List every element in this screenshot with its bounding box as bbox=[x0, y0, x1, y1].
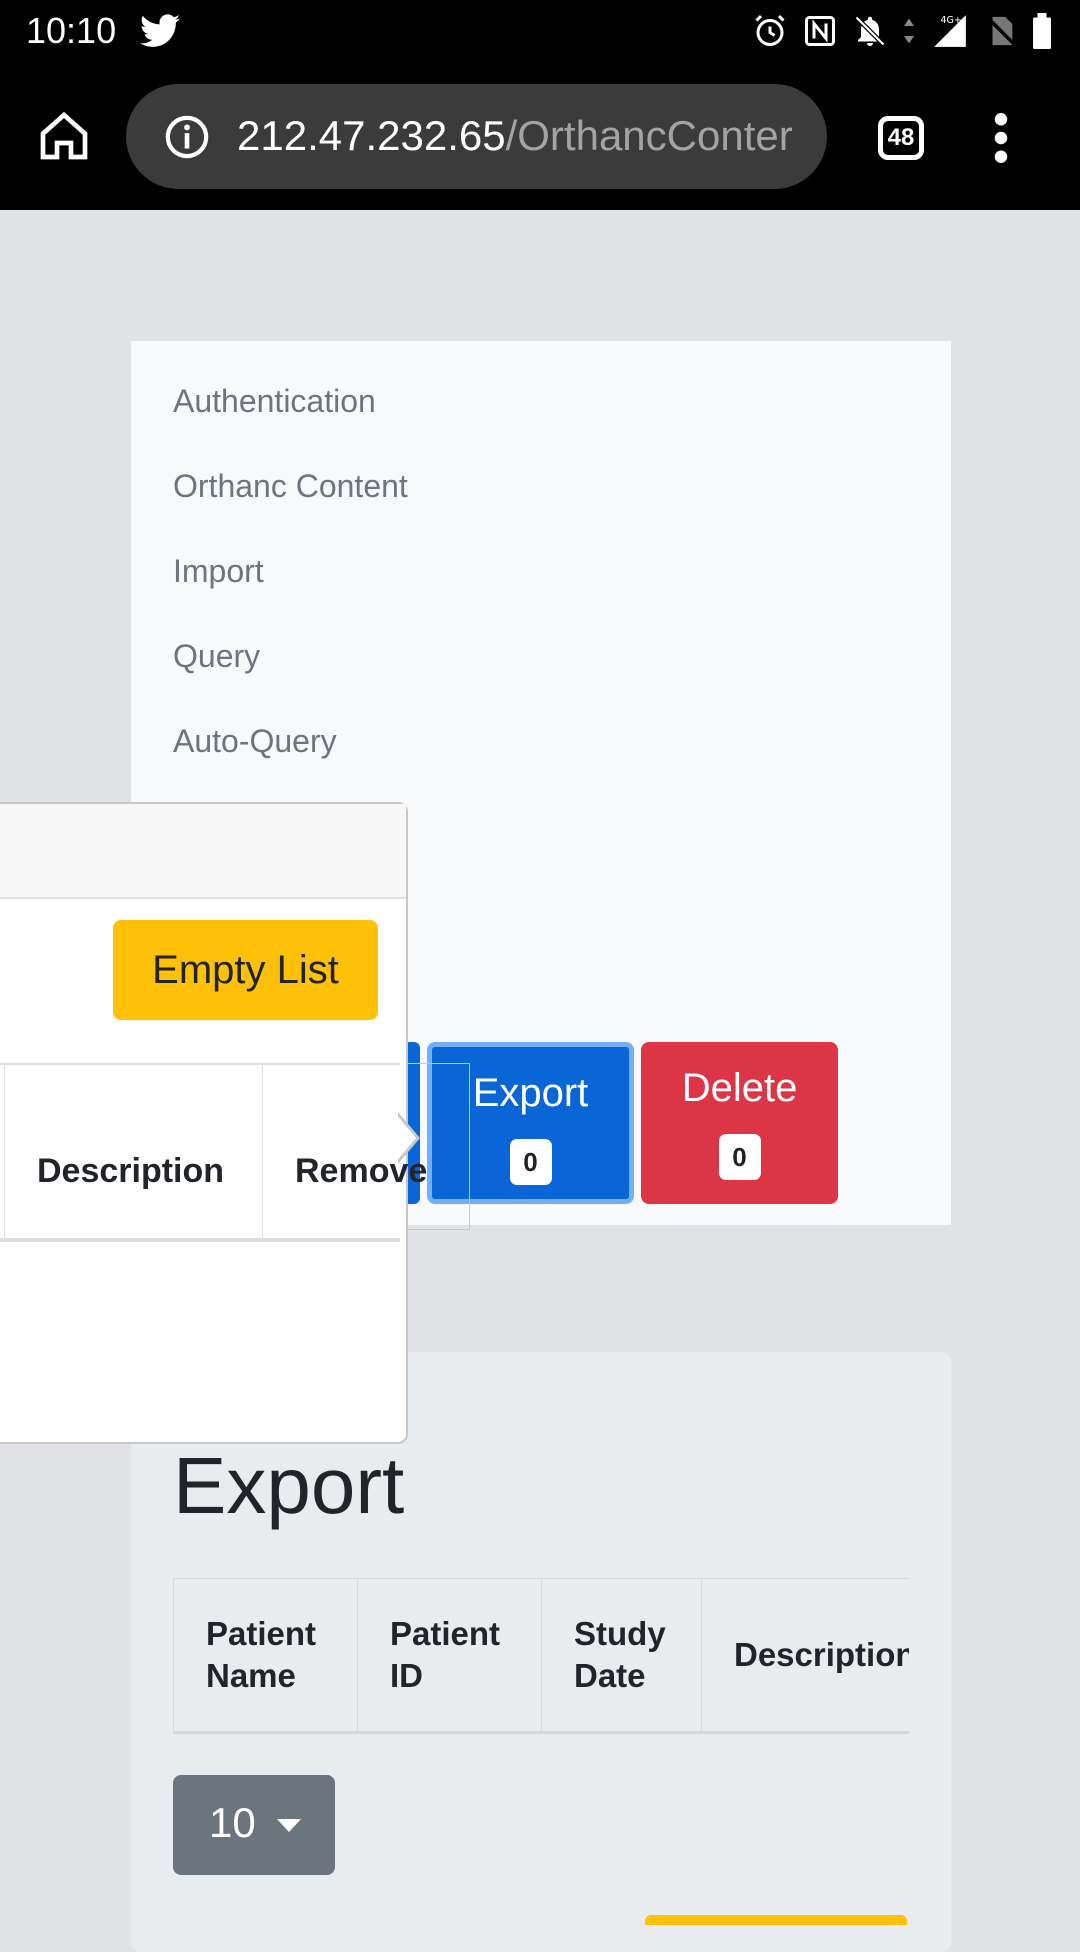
export-list-popover: Empty List Description Remove bbox=[0, 802, 427, 1444]
signal-4g-icon: 4G+ bbox=[934, 15, 966, 47]
tabs-button[interactable]: 48 bbox=[878, 116, 924, 160]
export-table-header: Patient Name Patient ID Study Date Descr… bbox=[173, 1578, 909, 1734]
home-icon[interactable] bbox=[36, 108, 92, 164]
caret-down-icon bbox=[277, 1819, 301, 1832]
nfc-icon bbox=[805, 16, 835, 46]
nav-item-import[interactable]: Import bbox=[173, 553, 264, 590]
nav-item-orthanc-content[interactable]: Orthanc Content bbox=[173, 468, 408, 505]
url-host: 212.47.232.65 bbox=[237, 112, 506, 159]
column-description: Description bbox=[701, 1579, 909, 1731]
twitter-icon bbox=[140, 14, 180, 47]
nav-item-auto-query[interactable]: Auto-Query bbox=[173, 723, 337, 760]
alarm-icon bbox=[755, 14, 785, 46]
url-path: /OrthancConter bbox=[505, 112, 793, 159]
export-title: Export bbox=[173, 1441, 405, 1530]
notifications-off-icon bbox=[854, 15, 886, 47]
page-size-dropdown[interactable]: 10 bbox=[173, 1775, 335, 1875]
popover-table-header: Description Remove bbox=[0, 1063, 427, 1242]
url-text[interactable]: 212.47.232.65/OrthancConter bbox=[237, 112, 793, 160]
status-bar: 10:10 4G+ bbox=[0, 0, 1080, 63]
column-study-date: Study Date bbox=[541, 1579, 701, 1731]
export-count-badge: 0 bbox=[509, 1139, 552, 1185]
nav-item-authentication[interactable]: Authentication bbox=[173, 383, 376, 420]
page-size-value: 10 bbox=[209, 1799, 256, 1846]
column-patient-id: Patient ID bbox=[357, 1579, 541, 1731]
browser-toolbar: 212.47.232.65/OrthancConter 48 bbox=[0, 63, 1080, 210]
column-patient-name: Patient Name bbox=[173, 1579, 357, 1731]
empty-list-button[interactable]: Empty List bbox=[113, 920, 378, 1020]
svg-text:4G+: 4G+ bbox=[941, 15, 962, 26]
data-arrows-icon bbox=[904, 18, 914, 44]
url-bar[interactable]: 212.47.232.65/OrthancConter bbox=[126, 84, 827, 189]
popover-column-description: Description bbox=[4, 1065, 262, 1238]
more-vert-icon[interactable] bbox=[990, 113, 1012, 163]
yellow-button-edge[interactable] bbox=[645, 1915, 907, 1925]
delete-button[interactable]: Delete 0 bbox=[641, 1042, 838, 1204]
popover-arrow-inner bbox=[396, 1114, 416, 1162]
delete-count-badge: 0 bbox=[718, 1134, 761, 1180]
nav-item-query[interactable]: Query bbox=[173, 638, 260, 675]
no-sim-icon bbox=[986, 16, 1016, 46]
battery-icon bbox=[1033, 13, 1051, 49]
delete-button-label: Delete bbox=[681, 1066, 798, 1110]
info-icon[interactable] bbox=[164, 114, 210, 160]
popover-header bbox=[0, 804, 406, 899]
status-time: 10:10 bbox=[26, 10, 117, 51]
